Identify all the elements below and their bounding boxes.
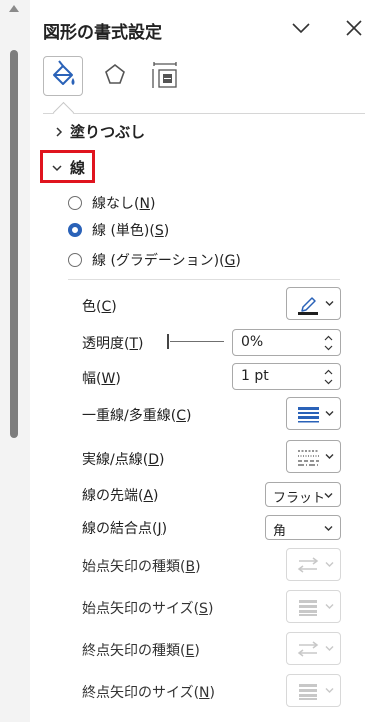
- radio-gradient-line[interactable]: 線 (グラデーション)(G): [68, 250, 328, 272]
- transparency-value[interactable]: 0%: [241, 334, 263, 350]
- radio-label: 線 (単色)(S): [92, 223, 170, 239]
- width-label: 幅(W): [82, 371, 121, 387]
- chevron-right-icon: [56, 127, 63, 137]
- line-section-label: 線: [70, 159, 86, 177]
- close-icon: [346, 20, 362, 36]
- chevron-down-icon: [325, 454, 334, 459]
- tab-effects[interactable]: [99, 58, 131, 94]
- tabs-divider: [43, 113, 365, 114]
- chevron-down-icon: [325, 688, 334, 693]
- spin-up-icon[interactable]: [324, 369, 333, 375]
- width-value[interactable]: 1 pt: [241, 368, 269, 384]
- end-arrow-size-label: 終点矢印のサイズ(N): [82, 685, 215, 701]
- spin-down-icon[interactable]: [324, 345, 333, 351]
- arrow-size-icon: [299, 600, 317, 616]
- radio-button-selected[interactable]: [68, 223, 82, 237]
- color-label: 色(C): [82, 299, 117, 315]
- panel-title: 図形の書式設定: [43, 23, 162, 43]
- tab-size-properties[interactable]: [150, 58, 182, 94]
- tab-fill-and-line[interactable]: [43, 56, 83, 96]
- task-pane-options-button[interactable]: [289, 16, 313, 40]
- end-arrow-type-picker[interactable]: [286, 632, 341, 665]
- dash-type-label: 実線/点線(D): [82, 452, 165, 468]
- fill-section-label: 塗りつぶし: [70, 123, 146, 141]
- dash-type-picker[interactable]: [286, 440, 341, 473]
- chevron-down-icon: [325, 646, 334, 651]
- pentagon-icon: [105, 63, 125, 84]
- cap-type-value: フラット: [273, 491, 326, 506]
- line-color-picker[interactable]: [286, 287, 341, 320]
- radio-no-line[interactable]: 線なし(N): [68, 193, 328, 215]
- chevron-down-icon: [292, 23, 310, 34]
- compound-type-picker[interactable]: [286, 397, 341, 430]
- transparency-slider-track[interactable]: [170, 341, 224, 342]
- scroll-thumb[interactable]: [10, 50, 18, 438]
- paint-bucket-icon: [53, 60, 75, 85]
- transparency-spinner[interactable]: 0%: [232, 329, 341, 356]
- radio-label: 線なし(N): [92, 196, 156, 212]
- scroll-up-arrow-icon[interactable]: [9, 5, 19, 12]
- radio-label: 線 (グラデーション)(G): [92, 253, 241, 269]
- cap-type-dropdown[interactable]: フラット: [265, 482, 341, 507]
- options-divider: [68, 279, 340, 280]
- begin-arrow-type-picker[interactable]: [286, 548, 341, 581]
- arrow-size-icon: [299, 684, 317, 700]
- compound-lines-icon: [298, 407, 319, 423]
- arrow-type-icon: [297, 557, 319, 573]
- join-type-value: 角: [273, 524, 287, 539]
- size-properties-icon: [152, 62, 177, 88]
- chevron-down-icon: [324, 493, 333, 498]
- chevron-down-icon: [325, 562, 334, 567]
- transparency-label: 透明度(T): [82, 336, 144, 352]
- begin-arrow-size-picker[interactable]: [286, 590, 341, 623]
- width-spinner[interactable]: 1 pt: [232, 363, 341, 390]
- transparency-slider-thumb[interactable]: [167, 334, 169, 349]
- join-type-dropdown[interactable]: 角: [265, 515, 341, 540]
- join-type-label: 線の結合点(J): [82, 521, 168, 537]
- spin-up-icon[interactable]: [324, 335, 333, 341]
- line-section-header[interactable]: 線: [40, 150, 95, 183]
- cap-type-label: 線の先端(A): [82, 488, 159, 504]
- radio-button[interactable]: [68, 196, 82, 210]
- begin-arrow-size-label: 始点矢印のサイズ(S): [82, 601, 214, 617]
- chevron-down-icon: [325, 411, 334, 416]
- pen-color-icon: [298, 297, 318, 315]
- selected-tab-pointer: [52, 101, 75, 124]
- radio-solid-line[interactable]: 線 (単色)(S): [68, 220, 328, 242]
- dash-lines-icon: [298, 450, 319, 466]
- radio-button[interactable]: [68, 253, 82, 267]
- begin-arrow-type-label: 始点矢印の種類(B): [82, 559, 201, 575]
- fill-section-header[interactable]: 塗りつぶし: [50, 121, 350, 143]
- chevron-down-icon: [52, 165, 62, 172]
- arrow-type-icon: [297, 641, 319, 657]
- end-arrow-type-label: 終点矢印の種類(E): [82, 643, 200, 659]
- compound-type-label: 一重線/多重線(C): [82, 408, 192, 424]
- chevron-down-icon: [324, 526, 333, 531]
- chevron-down-icon: [325, 301, 334, 306]
- chevron-down-icon: [325, 604, 334, 609]
- spin-down-icon[interactable]: [324, 379, 333, 385]
- end-arrow-size-picker[interactable]: [286, 674, 341, 707]
- close-button[interactable]: [342, 16, 366, 40]
